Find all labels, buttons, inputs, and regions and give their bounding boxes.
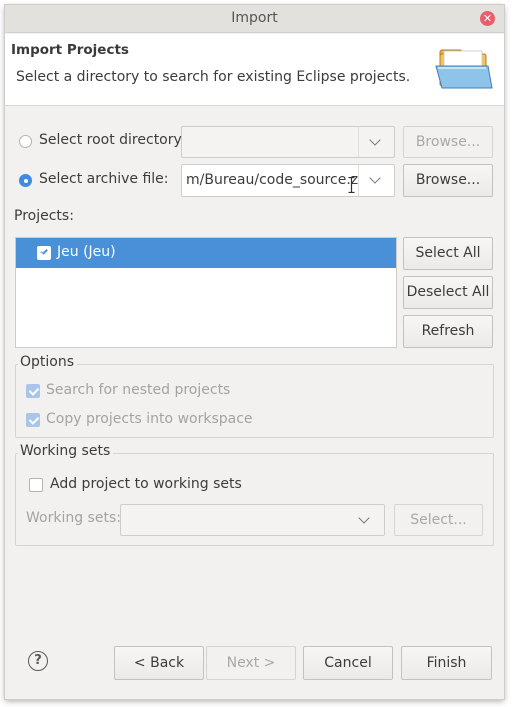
- open-folder-icon: [435, 49, 493, 89]
- search-nested-checkbox[interactable]: [26, 384, 40, 398]
- chevron-down-icon: [358, 512, 370, 524]
- refresh-button[interactable]: Refresh: [403, 315, 493, 348]
- archive-file-label: Select archive file:: [39, 171, 169, 187]
- root-directory-label: Select root directory:: [39, 132, 186, 148]
- close-icon[interactable]: ✕: [480, 11, 495, 26]
- next-button[interactable]: Next >: [206, 646, 296, 680]
- archive-file-radio[interactable]: [19, 174, 32, 187]
- page-title: Import Projects: [11, 42, 129, 58]
- working-sets-dropdown[interactable]: [348, 505, 384, 535]
- projects-label: Projects:: [14, 208, 74, 224]
- working-sets-group: Working sets Add project to working sets…: [15, 443, 494, 546]
- projects-list[interactable]: Jeu (Jeu): [15, 237, 397, 348]
- back-button[interactable]: < Back: [114, 646, 204, 680]
- root-directory-radio[interactable]: [19, 135, 32, 148]
- finish-button[interactable]: Finish: [401, 646, 492, 680]
- working-sets-legend: Working sets: [18, 443, 114, 459]
- add-to-working-sets-label: Add project to working sets: [50, 476, 242, 492]
- options-legend: Options: [18, 354, 78, 370]
- archive-file-dropdown[interactable]: [358, 165, 394, 196]
- import-dialog: Import ✕ Import Projects Select a direct…: [5, 5, 504, 699]
- list-item[interactable]: Jeu (Jeu): [16, 238, 396, 268]
- archive-file-combo[interactable]: m/Bureau/code_source.zip: [181, 164, 395, 197]
- text-cursor-icon: [348, 177, 355, 193]
- archive-browse-button[interactable]: Browse...: [403, 164, 493, 197]
- archive-file-value[interactable]: m/Bureau/code_source.zip: [186, 172, 358, 188]
- select-all-button[interactable]: Select All: [403, 237, 493, 270]
- search-nested-label: Search for nested projects: [46, 382, 231, 398]
- title-bar[interactable]: Import ✕: [5, 5, 504, 33]
- deselect-all-button[interactable]: Deselect All: [403, 276, 493, 309]
- add-to-working-sets-checkbox[interactable]: [29, 478, 43, 492]
- working-sets-select-button[interactable]: Select...: [394, 504, 483, 536]
- chevron-down-icon: [369, 134, 381, 146]
- copy-projects-label: Copy projects into workspace: [46, 411, 253, 427]
- root-directory-dropdown[interactable]: [358, 127, 394, 157]
- project-name: Jeu (Jeu): [57, 244, 116, 260]
- page-description: Select a directory to search for existin…: [16, 69, 411, 85]
- chevron-down-icon: [369, 172, 381, 184]
- root-browse-button[interactable]: Browse...: [403, 126, 493, 158]
- help-icon[interactable]: ?: [28, 651, 48, 671]
- root-directory-combo[interactable]: [181, 126, 395, 158]
- window-title: Import: [231, 10, 278, 26]
- copy-projects-checkbox[interactable]: [26, 413, 40, 427]
- cancel-button[interactable]: Cancel: [303, 646, 393, 680]
- options-group: Options Search for nested projects Copy …: [15, 354, 494, 438]
- working-sets-label: Working sets:: [26, 510, 121, 526]
- wizard-header: Import Projects Select a directory to se…: [5, 34, 504, 106]
- check-icon: [40, 247, 48, 256]
- project-checkbox[interactable]: [37, 246, 51, 260]
- working-sets-combo[interactable]: [120, 504, 385, 536]
